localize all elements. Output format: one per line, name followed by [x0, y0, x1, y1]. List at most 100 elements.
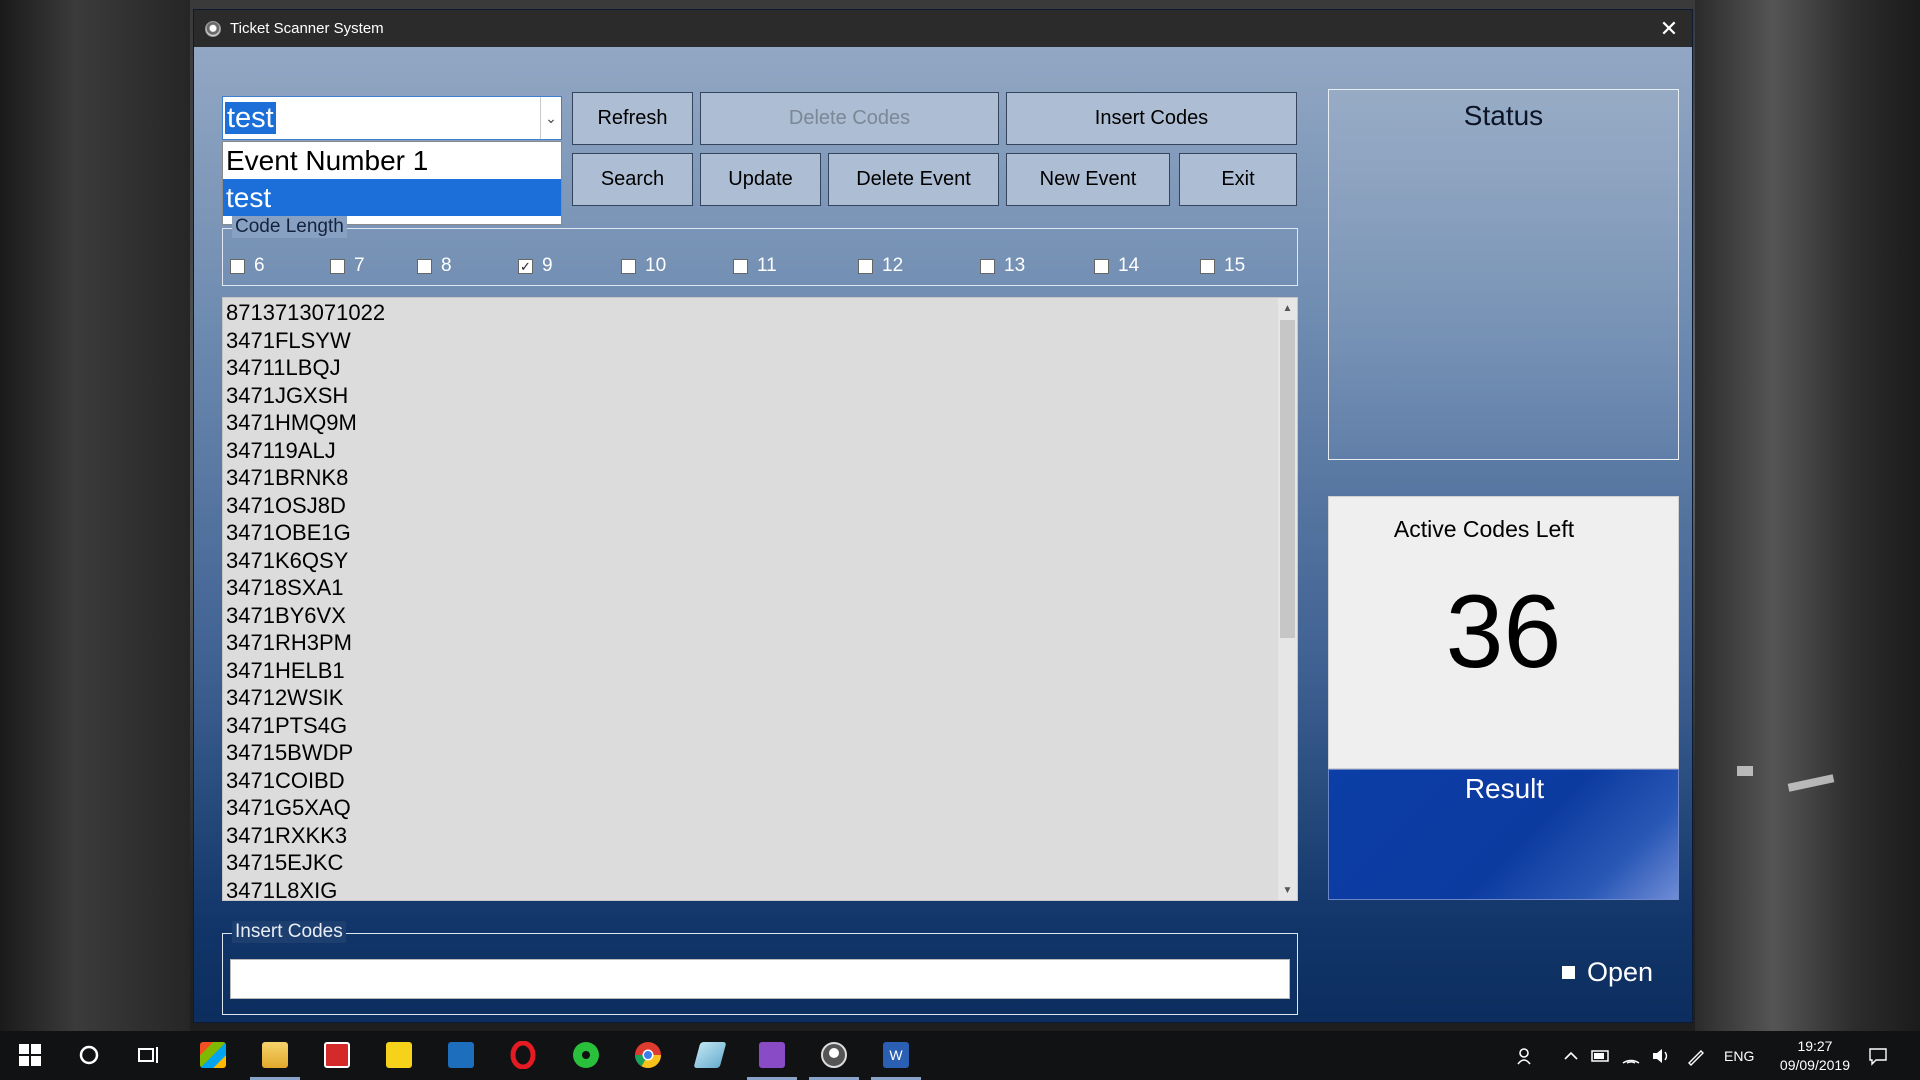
checkbox-box[interactable] [230, 258, 245, 274]
gift-icon[interactable] [321, 1039, 353, 1071]
list-item[interactable]: 3471RXKK3 [226, 822, 385, 850]
list-item[interactable]: 3471L8XIG [226, 877, 385, 901]
code-length-checkbox-9[interactable]: ✓ 9 [518, 255, 553, 277]
app-icon[interactable] [693, 1039, 727, 1071]
chevron-up-icon[interactable] [1563, 1031, 1579, 1080]
vertical-scrollbar[interactable]: ▲ ▼ [1278, 298, 1297, 900]
list-item[interactable]: 34715EJKC [226, 849, 385, 877]
task-view-icon[interactable] [133, 1039, 165, 1071]
list-item[interactable]: 3471HMQ9M [226, 409, 385, 437]
insert-codes-button[interactable]: Insert Codes [1006, 92, 1297, 145]
open-label: Open [1587, 957, 1654, 987]
delete-event-button[interactable]: Delete Event [828, 153, 999, 206]
list-item[interactable]: 34712WSIK [226, 684, 385, 712]
code-length-checkbox-15[interactable]: 15 [1200, 255, 1245, 277]
insert-codes-input[interactable] [230, 959, 1290, 999]
code-length-checkbox-14[interactable]: 14 [1094, 255, 1139, 277]
pen-icon[interactable] [1686, 1031, 1706, 1080]
dropdown-option[interactable]: Event Number 1 [223, 142, 561, 179]
list-item[interactable]: 3471OSJ8D [226, 492, 385, 520]
ticket-scanner-app-icon[interactable] [809, 1039, 859, 1080]
spotify-like-icon[interactable] [570, 1039, 602, 1071]
refresh-button[interactable]: Refresh [572, 92, 693, 145]
list-item[interactable]: 3471K6QSY [226, 547, 385, 575]
chrome-icon[interactable] [632, 1039, 664, 1071]
scroll-up-icon[interactable]: ▲ [1278, 298, 1297, 318]
checkbox-box[interactable] [1200, 258, 1215, 274]
list-item[interactable]: 3471OBE1G [226, 519, 385, 547]
sticky-notes-icon[interactable] [383, 1039, 415, 1071]
taskbar: W ENG 19:27 09/09/2019 [0, 1031, 1920, 1080]
list-item[interactable]: 3471COIBD [226, 767, 385, 795]
checkbox-box[interactable] [980, 258, 995, 274]
windows-start-icon[interactable] [14, 1039, 46, 1071]
close-button[interactable]: ✕ [1646, 10, 1692, 47]
file-explorer-icon[interactable] [250, 1039, 300, 1080]
scroll-down-icon[interactable]: ▼ [1278, 880, 1297, 900]
clock[interactable]: 19:27 09/09/2019 [1780, 1037, 1850, 1075]
checkbox-box[interactable] [621, 258, 636, 274]
open-checkbox[interactable]: Open [1562, 957, 1653, 988]
list-item[interactable]: 3471JGXSH [226, 382, 385, 410]
title-bar[interactable]: Ticket Scanner System ✕ [194, 10, 1692, 47]
visual-studio-icon[interactable] [747, 1039, 797, 1080]
list-item[interactable]: 3471G5XAQ [226, 794, 385, 822]
search-button[interactable]: Search [572, 153, 693, 206]
main-window: Ticket Scanner System ✕ test ⌄ Event Num… [193, 9, 1693, 1023]
code-length-checkbox-8[interactable]: 8 [417, 255, 452, 277]
new-event-button[interactable]: New Event [1006, 153, 1170, 206]
list-item[interactable]: 34711LBQJ [226, 354, 385, 382]
chevron-down-icon[interactable]: ⌄ [540, 97, 561, 139]
checkbox-box[interactable] [1094, 258, 1109, 274]
language-indicator[interactable]: ENG [1724, 1031, 1754, 1080]
codes-listbox[interactable]: 8713713071022 3471FLSYW 34711LBQJ 3471JGXSH… [222, 297, 1298, 901]
code-length-checkbox-13[interactable]: 13 [980, 255, 1025, 277]
checkbox-box[interactable] [733, 258, 748, 274]
list-item[interactable]: 347119ALJ [226, 437, 385, 465]
checkbox-label: 9 [542, 255, 553, 276]
code-length-checkbox-10[interactable]: 10 [621, 255, 666, 277]
list-item[interactable]: 3471FLSYW [226, 327, 385, 355]
checkbox-box[interactable] [417, 258, 432, 274]
store-icon[interactable] [197, 1039, 229, 1071]
cortana-circle-icon[interactable] [73, 1039, 105, 1071]
list-item[interactable]: 3471BRNK8 [226, 464, 385, 492]
status-title: Status [1463, 100, 1544, 131]
code-length-group: Code Length 6 7 8 ✓ 9 10 11 12 13 14 15 [222, 216, 1298, 286]
volume-icon[interactable] [1651, 1031, 1671, 1080]
word-icon[interactable]: W [871, 1039, 921, 1080]
desktop-pillar-left [0, 0, 190, 1031]
event-combobox[interactable]: test ⌄ [222, 96, 562, 140]
dropdown-option-selected[interactable]: test [223, 179, 561, 216]
list-item[interactable]: 3471HELB1 [226, 657, 385, 685]
opera-icon[interactable] [507, 1039, 539, 1071]
result-panel: Result [1328, 769, 1679, 900]
outlook-icon[interactable] [445, 1039, 477, 1071]
list-item[interactable]: 34718SXA1 [226, 574, 385, 602]
checkbox-box[interactable] [330, 258, 345, 274]
delete-codes-button[interactable]: Delete Codes [700, 92, 999, 145]
list-item[interactable]: 3471BY6VX [226, 602, 385, 630]
code-length-checkbox-6[interactable]: 6 [230, 255, 265, 277]
notification-icon[interactable] [1868, 1031, 1888, 1080]
update-button[interactable]: Update [700, 153, 821, 206]
event-combobox-value[interactable]: test [225, 102, 276, 134]
list-item[interactable]: 8713713071022 [226, 299, 385, 327]
list-item[interactable]: 3471RH3PM [226, 629, 385, 657]
scrollbar-thumb[interactable] [1280, 320, 1295, 638]
list-item[interactable]: 34715BWDP [226, 739, 385, 767]
checkbox-box[interactable] [1562, 966, 1575, 979]
people-icon[interactable] [1516, 1031, 1536, 1080]
exit-button[interactable]: Exit [1179, 153, 1297, 206]
code-length-checkbox-7[interactable]: 7 [330, 255, 365, 277]
list-item[interactable]: 3471PTS4G [226, 712, 385, 740]
checkbox-label: 8 [441, 255, 452, 276]
active-codes-panel: Active Codes Left 36 [1328, 496, 1679, 769]
checkbox-box[interactable] [858, 258, 873, 274]
code-length-checkbox-11[interactable]: 11 [733, 255, 777, 277]
checkmark-icon[interactable]: ✓ [518, 258, 533, 274]
battery-icon[interactable] [1591, 1031, 1611, 1080]
checkbox-label: 12 [882, 255, 904, 276]
wifi-icon[interactable] [1621, 1031, 1641, 1080]
code-length-checkbox-12[interactable]: 12 [858, 255, 903, 277]
